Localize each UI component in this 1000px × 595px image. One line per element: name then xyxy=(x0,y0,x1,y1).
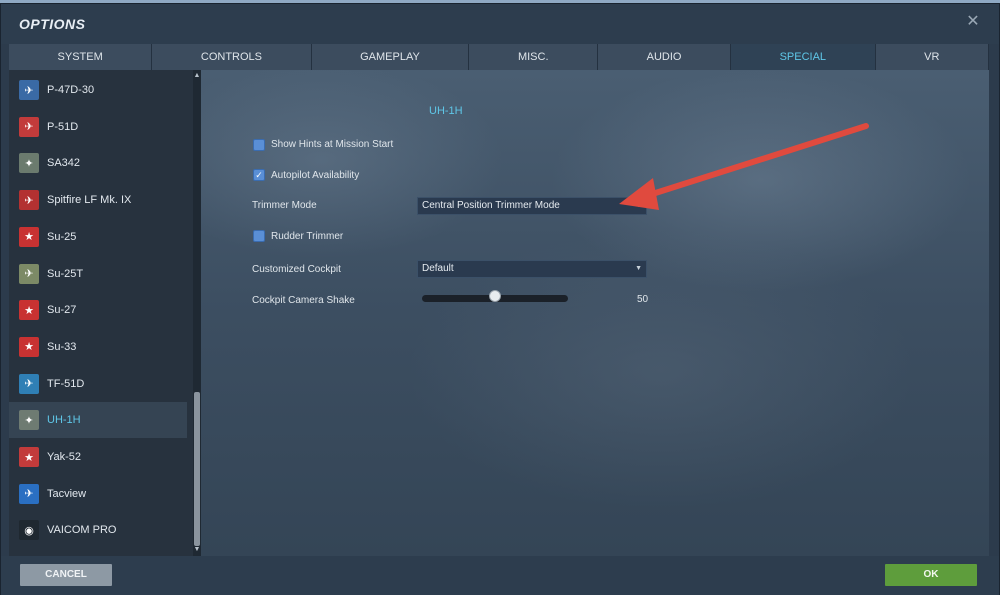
sidebar-item[interactable]: ✦ UH-1H xyxy=(9,402,187,439)
module-list-scrollbar[interactable]: ▲ ▼ xyxy=(193,70,201,556)
rudder-trimmer-label: Rudder Trimmer xyxy=(271,231,344,242)
autopilot-checkbox[interactable]: ✓ xyxy=(253,169,265,181)
sidebar-item-label: SA342 xyxy=(47,157,81,170)
aircraft-icon: ✈ xyxy=(19,116,39,137)
tab-special[interactable]: SPECIAL xyxy=(731,44,876,70)
sidebar-item[interactable]: ◉ VAICOM PRO xyxy=(9,512,187,548)
sidebar-item[interactable]: ✈ P-51D xyxy=(9,109,187,145)
trimmer-mode-value: Central Position Trimmer Mode xyxy=(422,200,560,211)
camera-shake-value: 50 xyxy=(637,294,649,305)
sidebar-item[interactable]: ✦ SA342 xyxy=(9,145,187,181)
sidebar-item-label: Yak-52 xyxy=(47,451,82,463)
sidebar-item[interactable]: ✈ TF-51D xyxy=(9,366,187,402)
show-hints-checkbox[interactable] xyxy=(253,139,265,151)
options-window: OPTIONS ✕ SYSTEM CONTROLS GAMEPLAY MISC.… xyxy=(0,3,1000,595)
customized-cockpit-value: Default xyxy=(422,263,454,274)
cancel-button[interactable]: CANCEL xyxy=(20,564,112,586)
trimmer-mode-dropdown[interactable]: Central Position Trimmer Mode ▼ xyxy=(417,197,647,215)
sidebar-item-label: TF-51D xyxy=(47,377,85,390)
chevron-down-icon: ▼ xyxy=(635,202,642,209)
tab-vr[interactable]: VR xyxy=(875,44,989,70)
content-area: ✈ P-47D-30 ✈ P-51D ✦ SA342 ✈ Spitfire LF Mk. IX… xyxy=(9,70,989,556)
module-list: ✈ P-47D-30 ✈ P-51D ✦ SA342 ✈ Spitfire LF Mk. IX… xyxy=(9,70,193,556)
helicopter-icon: ✦ xyxy=(19,410,39,431)
tab-controls[interactable]: CONTROLS xyxy=(152,44,312,70)
sidebar-item-label: Su-25T xyxy=(47,267,84,280)
checkmark-icon: ✓ xyxy=(255,170,263,180)
scroll-thumb[interactable] xyxy=(194,392,200,546)
scroll-up-icon[interactable]: ▲ xyxy=(193,72,201,80)
vaicom-icon: ◉ xyxy=(19,520,39,541)
customized-cockpit-label: Customized Cockpit xyxy=(252,264,341,275)
sidebar-item-label: P-47D-30 xyxy=(47,84,95,96)
sidebar-item-label: UH-1H xyxy=(47,414,81,427)
sidebar-item[interactable]: ★ Su-33 xyxy=(9,329,187,365)
aircraft-icon: ★ xyxy=(19,226,39,247)
chevron-down-icon: ▼ xyxy=(635,265,642,272)
sidebar-item-label: Spitfire LF Mk. IX xyxy=(47,194,132,207)
tab-gameplay[interactable]: GAMEPLAY xyxy=(311,44,470,70)
ok-button[interactable]: OK xyxy=(885,564,977,586)
sidebar-item[interactable]: ✈ P-47D-30 xyxy=(9,72,187,108)
tab-misc[interactable]: MISC. xyxy=(469,44,599,70)
aircraft-icon: ✈ xyxy=(19,263,39,284)
aircraft-icon: ★ xyxy=(19,300,39,321)
module-title: UH-1H xyxy=(429,105,463,117)
autopilot-label: Autopilot Availability xyxy=(271,170,360,181)
aircraft-icon: ✈ xyxy=(19,80,39,100)
sidebar-item-label: Su-33 xyxy=(47,340,77,353)
sidebar-item-label: P-51D xyxy=(47,120,79,133)
tab-audio[interactable]: AUDIO xyxy=(598,44,732,70)
sidebar-item-label: Su-27 xyxy=(47,304,77,317)
tab-system[interactable]: SYSTEM xyxy=(9,44,153,70)
sidebar-item[interactable]: ✈ Spitfire LF Mk. IX xyxy=(9,182,187,218)
aircraft-icon: ✈ xyxy=(19,190,39,211)
title-bar: OPTIONS ✕ xyxy=(1,4,999,44)
sidebar-item-label: Tacview xyxy=(47,487,87,500)
sidebar-item[interactable]: ★ Su-27 xyxy=(9,292,187,328)
aircraft-icon: ✈ xyxy=(19,373,39,394)
window-title: OPTIONS xyxy=(19,16,86,32)
sidebar-item[interactable]: ★ Su-25 xyxy=(9,219,187,255)
customized-cockpit-dropdown[interactable]: Default ▼ xyxy=(417,260,647,278)
module-settings-panel: UH-1H Show Hints at Mission Start ✓ Auto… xyxy=(201,70,989,556)
close-icon[interactable]: ✕ xyxy=(965,14,981,30)
camera-shake-slider-thumb[interactable] xyxy=(489,290,501,302)
scroll-down-icon[interactable]: ▼ xyxy=(193,546,201,554)
aircraft-icon: ★ xyxy=(19,336,39,357)
trimmer-mode-label: Trimmer Mode xyxy=(252,200,317,211)
tacview-icon: ✈ xyxy=(19,483,39,504)
footer-bar: CANCEL OK xyxy=(1,556,999,595)
camera-shake-label: Cockpit Camera Shake xyxy=(252,295,355,306)
sidebar-item-label: VAICOM PRO xyxy=(47,524,117,537)
sidebar-item[interactable]: ★ Yak-52 xyxy=(9,439,187,475)
rudder-trimmer-checkbox[interactable] xyxy=(253,230,265,242)
show-hints-label: Show Hints at Mission Start xyxy=(271,139,394,150)
sidebar-item[interactable]: ✈ Su-25T xyxy=(9,256,187,292)
tab-bar: SYSTEM CONTROLS GAMEPLAY MISC. AUDIO SPE… xyxy=(9,44,989,70)
aircraft-icon: ★ xyxy=(19,447,39,467)
sidebar-item-label: Su-25 xyxy=(47,230,77,243)
sidebar-item[interactable]: ✈ Tacview xyxy=(9,476,187,512)
helicopter-icon: ✦ xyxy=(19,153,39,174)
